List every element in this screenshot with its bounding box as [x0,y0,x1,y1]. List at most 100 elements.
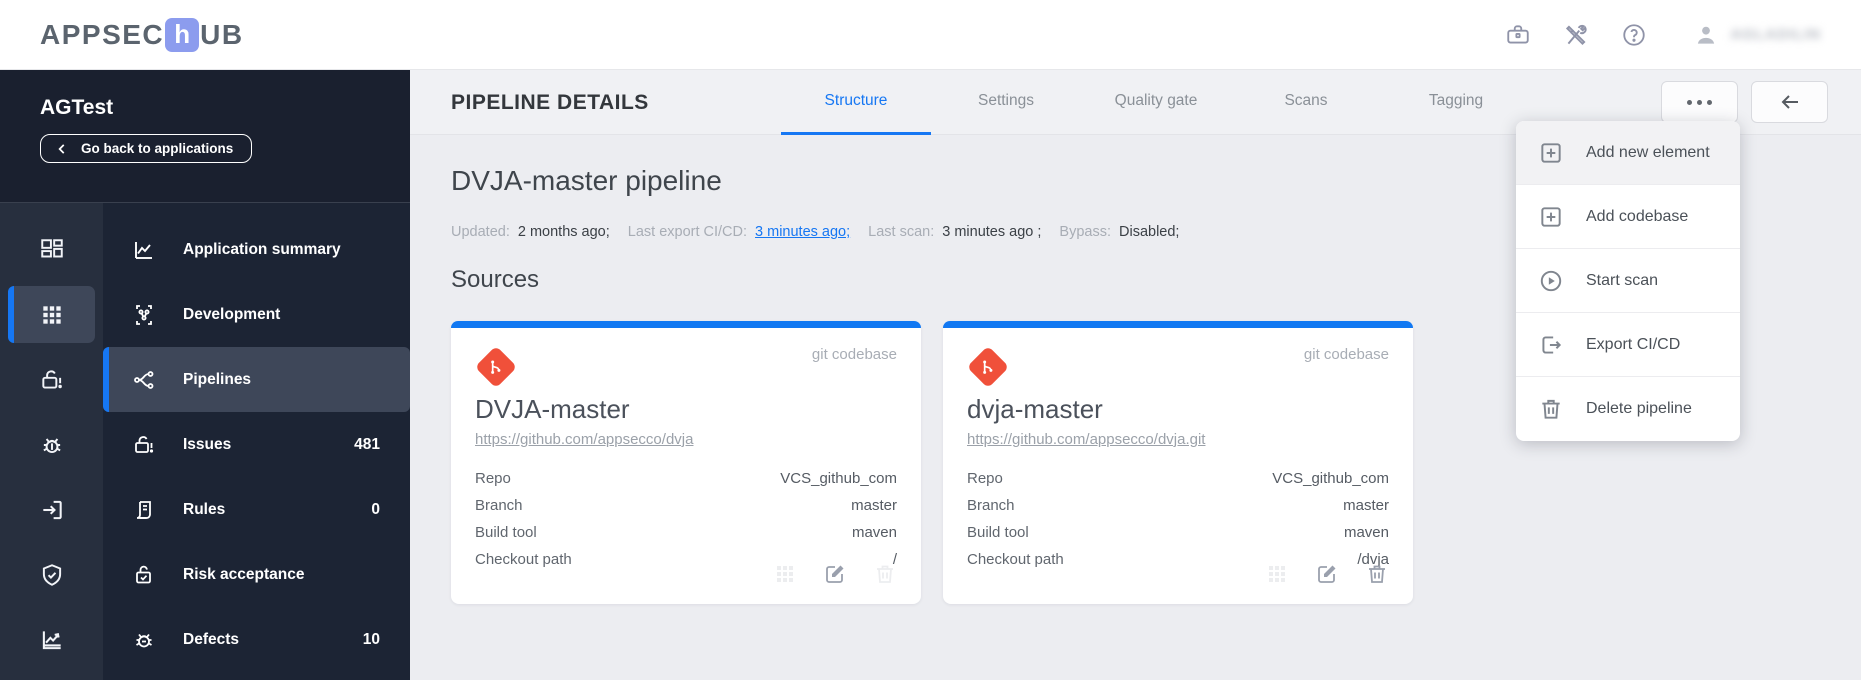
meta-label: Bypass: [1059,224,1111,240]
tab-tagging[interactable]: Tagging [1381,70,1531,135]
apps-grid-icon [42,305,61,324]
appsechub-logo[interactable]: APPSEC h UB [40,17,244,52]
bug-icon [42,437,61,453]
rail-item-reports[interactable] [0,607,103,672]
lock-check-icon [131,562,157,588]
username-blurred: AGLADILIN [1730,26,1821,43]
go-back-to-applications-button[interactable]: Go back to applications [40,134,253,163]
edit-icon[interactable] [823,562,847,586]
sidebar-item-development[interactable]: Development [103,282,410,347]
edit-icon[interactable] [1315,562,1339,586]
tab-bar: Structure Settings Quality gate Scans Ta… [781,70,1531,135]
line-chart-icon [131,237,157,263]
sidebar-item-label: Application summary [183,240,341,258]
page-title: PIPELINE DETAILS [451,90,649,114]
tab-quality-gate[interactable]: Quality gate [1081,70,1231,135]
sidebar-item-label: Risk acceptance [183,565,305,583]
codebase-card-dvja-master-upper: git codebase DVJA-master https://github.… [451,321,921,604]
kv-value: master [851,497,897,514]
meta-value-last-scan: 3 minutes ago ; [942,224,1042,240]
enter-icon [42,500,62,519]
pipeline-actions-dropdown: Add new element Add codebase Start scan … [1516,121,1740,441]
chevron-left-icon [58,143,65,154]
rail-item-defects[interactable] [0,412,103,477]
menu-item-start-scan[interactable]: Start scan [1516,249,1740,313]
menu-item-add-new-element[interactable]: Add new element [1516,121,1740,185]
logo-text-prefix: APPSEC [40,18,165,50]
codebase-properties: Repo VCS_github_com Branch master Build to… [475,465,897,573]
sidebar-item-label: Rules [183,500,226,518]
tab-settings[interactable]: Settings [931,70,1081,135]
kv-value: maven [1343,524,1389,541]
codebase-properties: Repo VCS_github_com Branch master Build to… [967,465,1389,573]
pipeline-fork-icon [131,367,157,393]
defects-count-badge: 10 [362,630,380,648]
tools-icon[interactable] [1562,21,1590,49]
sidebar-item-defects[interactable]: Defects 10 [103,607,410,672]
dashboard-icon [40,238,63,257]
codebase-url-link[interactable]: https://github.com/appsecco/dvja.git [967,431,1205,448]
sidebar-item-rules[interactable]: Rules 0 [103,477,410,542]
tab-structure[interactable]: Structure [781,70,931,135]
sidebar-item-risk-acceptance[interactable]: Risk acceptance [103,542,410,607]
briefcase-icon[interactable] [1504,21,1532,49]
rail-item-applications[interactable] [0,282,103,347]
kv-label: Repo [967,470,1003,487]
tab-scans[interactable]: Scans [1231,70,1381,135]
kv-label: Checkout path [967,551,1064,568]
more-options-button[interactable] [1661,81,1738,123]
sidebar-item-application-summary[interactable]: Application summary [103,217,410,282]
back-arrow-button[interactable] [1751,81,1828,123]
plus-square-icon [1541,206,1561,227]
bug-icon [131,627,157,653]
trash-icon[interactable] [1365,562,1389,586]
rail-item-dashboard[interactable] [0,217,103,282]
rail-item-enter[interactable] [0,477,103,542]
menu-item-delete-pipeline[interactable]: Delete pipeline [1516,377,1740,441]
rail-item-risk[interactable] [0,542,103,607]
trash-icon [1542,399,1560,419]
icon-rail [0,203,103,680]
trash-icon [873,562,897,586]
codebase-title: DVJA-master [475,394,630,424]
ellipsis-icon [1687,99,1692,105]
sidebar-item-label: Issues [183,435,232,453]
user-icon [1692,21,1720,49]
meta-value-bypass: Disabled; [1119,224,1180,240]
meta-value-updated: 2 months ago; [517,224,610,240]
codebase-url-link[interactable]: https://github.com/appsecco/dvja [475,431,693,448]
arrow-left-icon [1781,95,1798,109]
meta-label: Last scan: [868,224,935,240]
export-icon [1542,335,1562,354]
top-bar: APPSEC h UB AGLADILIN [0,0,1861,70]
codebase-card-dvja-master-lower: git codebase dvja-master https://github.… [943,321,1413,604]
issues-count-badge: 481 [354,435,380,453]
sidebar-item-label: Development [183,305,281,323]
rules-count-badge: 0 [371,500,380,518]
app-name: AGTest [40,96,114,119]
menu-item-add-codebase[interactable]: Add codebase [1516,185,1740,249]
sidebar-item-issues[interactable]: Issues 481 [103,412,410,477]
sidebar-app-header: AGTest Go back to applications [0,70,410,203]
sidebar-item-pipelines[interactable]: Pipelines [103,347,410,412]
sidebar-item-label: Defects [183,630,239,648]
grid-icon [773,562,797,586]
help-icon[interactable] [1620,21,1648,49]
rules-scroll-icon [131,497,157,523]
user-menu[interactable]: AGLADILIN [1692,21,1821,49]
kv-value: VCS_github_com [780,470,897,487]
menu-item-export-cicd[interactable]: Export CI/CD [1516,313,1740,377]
chart-axes-icon [42,630,61,649]
dev-branch-icon [131,302,157,328]
last-export-link[interactable]: 3 minutes ago; [755,224,850,240]
kv-label: Build tool [967,524,1029,541]
unlock-alert-icon [41,369,62,389]
meta-label: Updated: [451,224,510,240]
card-accent-bar [451,321,921,328]
unlock-alert-icon [131,432,157,458]
go-back-label: Go back to applications [81,141,234,156]
sidebar-menu: Application summary Development Pipeline… [103,203,410,680]
menu-item-label: Add codebase [1586,207,1689,225]
grid-icon [1265,562,1289,586]
rail-item-issues[interactable] [0,347,103,412]
